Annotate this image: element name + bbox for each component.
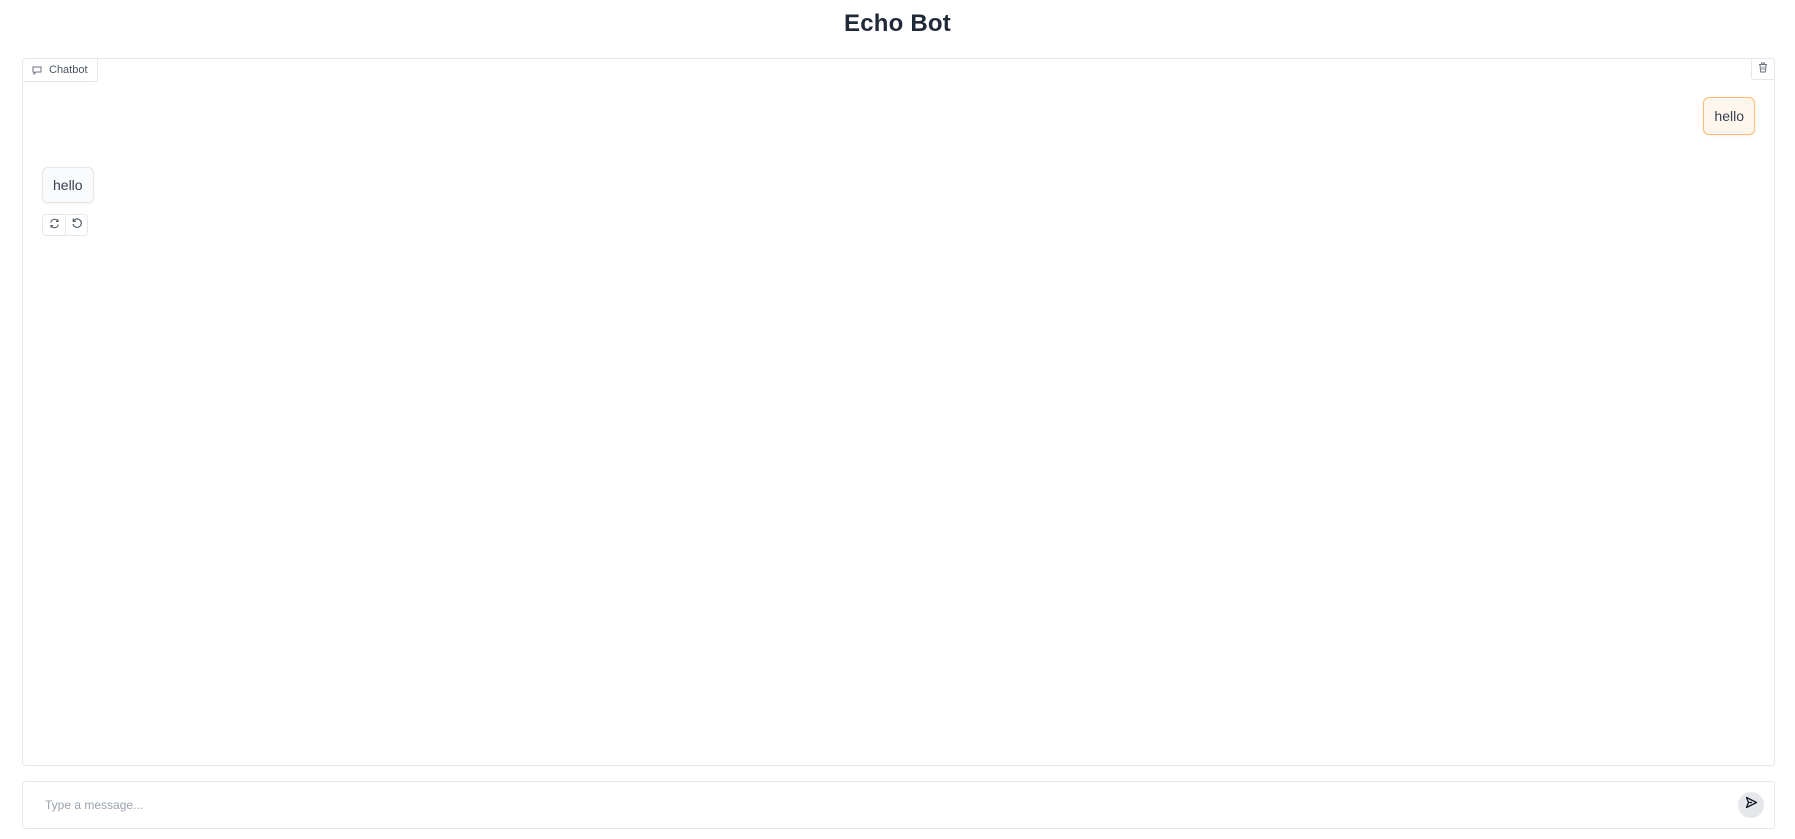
undo-button[interactable] bbox=[65, 215, 87, 235]
clear-chat-button[interactable] bbox=[1751, 59, 1774, 80]
retry-button[interactable] bbox=[43, 215, 65, 235]
send-icon bbox=[1745, 796, 1758, 814]
retry-icon bbox=[49, 216, 60, 234]
chatbot-panel: Chatbot hello hello bbox=[22, 58, 1775, 766]
message-actions bbox=[42, 214, 88, 236]
chatbot-label: Chatbot bbox=[23, 59, 98, 82]
user-message: hello bbox=[1703, 97, 1755, 135]
chatbot-label-text: Chatbot bbox=[49, 64, 88, 76]
undo-icon bbox=[71, 216, 83, 234]
trash-icon bbox=[1758, 60, 1768, 78]
message-input-row bbox=[22, 781, 1775, 829]
chat-icon bbox=[32, 66, 42, 75]
bot-message: hello bbox=[42, 167, 94, 203]
page-title: Echo Bot bbox=[844, 10, 951, 37]
send-button[interactable] bbox=[1738, 792, 1764, 818]
message-input[interactable] bbox=[23, 782, 1723, 828]
